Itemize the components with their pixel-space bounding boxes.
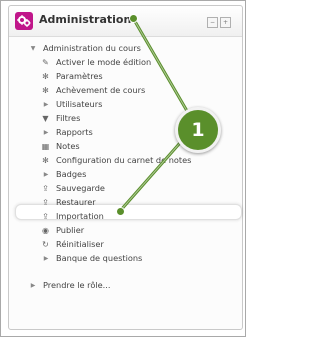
callout-number-badge: 1 (175, 107, 221, 153)
callout-leader-lines (118, 16, 196, 213)
callout-anchor-dot (116, 207, 125, 216)
callout-anchor-dot (129, 14, 138, 23)
